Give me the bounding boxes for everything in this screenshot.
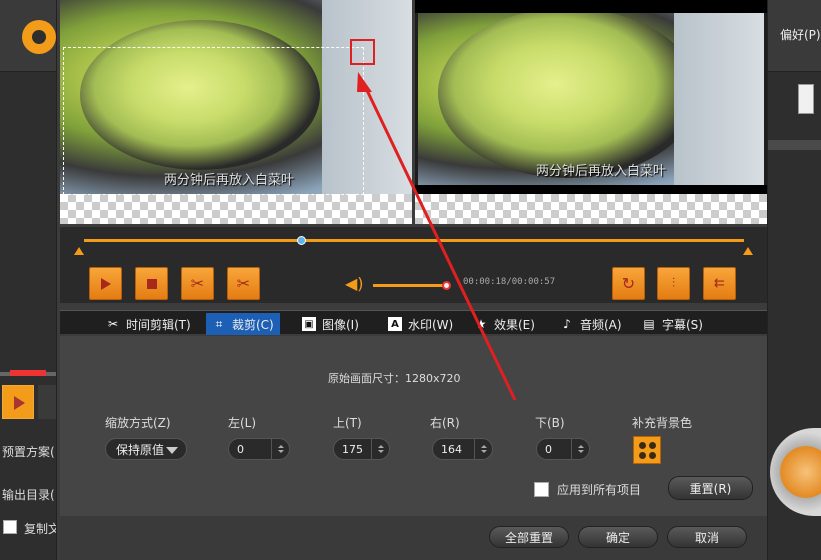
bottom-input[interactable]: 0 [536,438,590,460]
output-video-frame: 两分钟后再放入白菜叶 [418,13,764,185]
music-note-icon: ♪ [563,317,571,331]
tab-subtitle[interactable]: ▤ 字幕(S) [642,313,703,335]
output-caption: 两分钟后再放入白菜叶 [536,164,667,179]
tab-image[interactable]: ▣ 图像(I) [302,313,359,335]
top-value: 175 [342,442,363,456]
reset-button[interactable]: 重置(R) [668,476,753,500]
main-stop-button[interactable] [38,385,56,419]
volume-icon[interactable]: ◀) [345,274,365,293]
right-value: 164 [441,442,462,456]
apply-all-label: 应用到所有项目 [557,483,642,497]
app-logo-icon [22,20,56,54]
split-button[interactable]: ✂ [227,267,260,300]
rotate-button[interactable]: ↻ [612,267,645,300]
transparent-area [415,194,767,224]
transparent-area [60,194,412,224]
bottom-value: 0 [545,442,552,456]
time-display: 00:00:18/00:00:57 [463,277,556,287]
tab-time-clip[interactable]: ✂ 时间剪辑(T) [106,313,191,335]
tab-label: 图像(I) [322,317,359,332]
crop-icon: ⌗ [215,316,223,331]
top-input[interactable]: 175 [333,438,390,460]
zoom-mode-select[interactable]: 保持原值 [105,438,187,460]
original-preview: 两分钟后再放入白菜叶 [60,0,412,224]
volume-knob[interactable] [442,281,451,290]
stop-button[interactable] [135,267,168,300]
play-icon [100,277,111,290]
document-icon [798,84,814,114]
output-preview: 两分钟后再放入白菜叶 [415,0,767,224]
right-stepper[interactable] [474,439,492,459]
main-timeline-slider[interactable] [0,370,56,376]
top-stepper[interactable] [371,439,389,459]
left-input[interactable]: 0 [228,438,290,460]
crop-selection-box[interactable] [63,47,364,195]
tab-crop[interactable]: ⌗ 裁剪(C) [206,313,280,335]
flip-vertical-icon: ⇇ [714,276,725,291]
crop-handle-highlight[interactable] [350,39,375,65]
edit-tabs: ✂ 时间剪辑(T) ⌗ 裁剪(C) ▣ 图像(I) A 水印(W) ★ 效果(E… [60,310,767,335]
trim-end-marker[interactable] [743,247,753,255]
flip-horizontal-button[interactable]: ⫶ [657,267,690,300]
app-window: 预置方案( 输出目录( 复制文 偏好(P) 两分钟后再放入白菜叶 两分钟后再放入… [0,0,821,560]
bottom-label: 下(B) [535,416,565,430]
timeline-thumb[interactable] [297,236,306,245]
scissors-icon: ✂ [190,274,205,293]
fill-bg-color-button[interactable] [633,436,661,464]
tab-label: 水印(W) [408,317,454,332]
left-stepper[interactable] [271,439,289,459]
top-label: 上(T) [333,416,362,430]
stop-icon [146,278,157,289]
tab-audio[interactable]: ♪ 音频(A) [560,313,622,335]
tab-label: 音频(A) [580,317,622,332]
output-dir-label: 输出目录( [2,488,55,502]
cut-button[interactable]: ✂ [181,267,214,300]
zoom-mode-value: 保持原值 [116,442,165,457]
right-input[interactable]: 164 [432,438,493,460]
image-icon: ▣ [302,317,316,331]
preset-label: 预置方案( [2,445,55,459]
right-divider [768,140,821,150]
copy-label: 复制文 [24,522,56,536]
trim-start-marker[interactable] [74,247,84,255]
star-icon: ★ [475,317,487,331]
apply-all-checkbox[interactable] [534,482,549,497]
split-scissors-icon: ✂ [236,274,251,293]
tab-label: 裁剪(C) [232,317,274,332]
tab-watermark[interactable]: A 水印(W) [388,313,453,335]
original-size-text: 原始画面尺寸：1280x720 [328,372,461,385]
main-toolbar-left [0,0,56,72]
zoom-mode-label: 缩放方式(Z) [105,416,171,430]
timeline-slider[interactable] [84,236,744,245]
subtitle-icon: ▤ [643,317,655,331]
watermark-icon: A [388,317,402,331]
cancel-button[interactable]: 取消 [667,526,747,548]
flip-vertical-button[interactable]: ⇇ [703,267,736,300]
right-label: 右(R) [430,416,460,430]
fill-bg-label: 补充背景色 [632,416,693,430]
left-value: 0 [237,442,244,456]
rotate-icon: ↻ [621,274,636,293]
flip-horizontal-icon: ⫶ [671,276,676,291]
main-play-button[interactable] [2,385,34,419]
tab-label: 时间剪辑(T) [126,317,191,332]
dialog-footer: 全部重置 确定 取消 [60,516,767,560]
tab-label: 字幕(S) [662,317,703,332]
left-label: 左(L) [228,416,257,430]
ok-button[interactable]: 确定 [578,526,658,548]
preferences-menu[interactable]: 偏好(P) [780,26,821,43]
edit-dialog: 两分钟后再放入白菜叶 两分钟后再放入白菜叶 ✂ ✂ ◀) 00:00:18/00… [56,0,768,560]
volume-slider[interactable] [373,281,451,290]
playback-controls: ✂ ✂ ◀) 00:00:18/00:00:57 ↻ ⫶ ⇇ [60,227,767,303]
copy-checkbox[interactable] [3,520,17,534]
crop-panel: 原始画面尺寸：1280x720 缩放方式(Z) 保持原值 左(L) 0 上(T)… [60,336,767,516]
play-button[interactable] [89,267,122,300]
tab-label: 效果(E) [494,317,535,332]
tab-effects[interactable]: ★ 效果(E) [474,313,535,335]
main-app-left-panel [0,0,56,560]
scissors-icon: ✂ [107,317,119,331]
bottom-stepper[interactable] [571,439,589,459]
reset-all-button[interactable]: 全部重置 [489,526,569,548]
